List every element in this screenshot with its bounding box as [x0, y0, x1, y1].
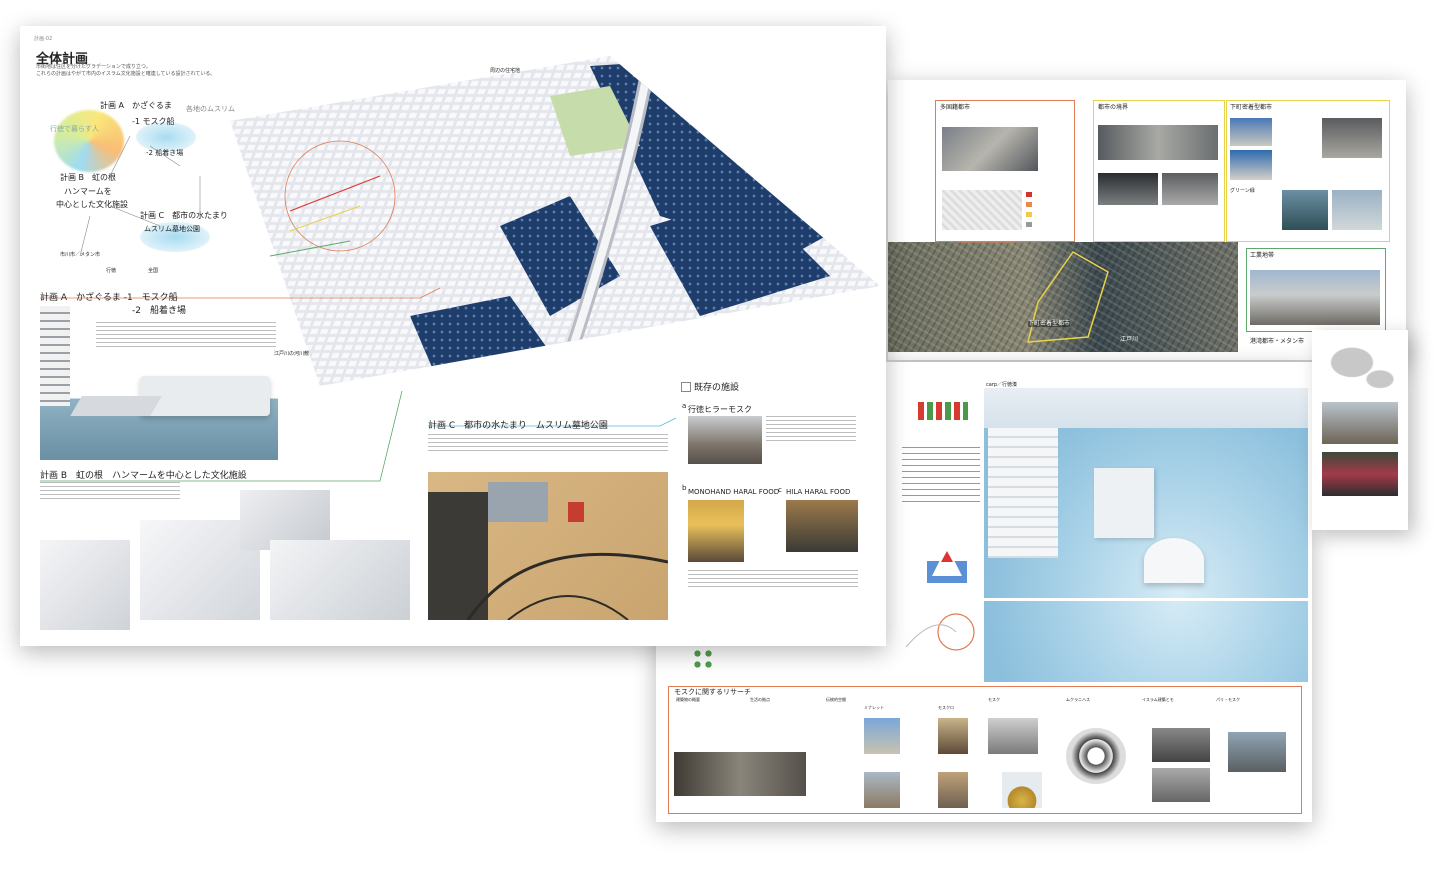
existing-a-photo [688, 416, 762, 464]
label-edogawa: 江戸川 [1120, 336, 1139, 343]
model-photo [984, 388, 1308, 682]
section-c-title: 計画 C 都市の水たまり ムスリム墓地公園 [428, 421, 608, 431]
label-boundary: 下町密着型都市 [1028, 320, 1071, 328]
section-c-render [428, 472, 668, 620]
research-title: モスクに関するリサーチ [674, 688, 751, 696]
legend-swatch-grey [1026, 222, 1032, 227]
legend-swatch-orange [1026, 202, 1032, 207]
existing-c-name: HILA HARAL FOOD [786, 488, 851, 496]
section-b-block-1 [40, 540, 130, 630]
section-title-tabuka: 多国籍都市 [940, 104, 971, 111]
section-a-render [40, 306, 278, 460]
section-title-toshi: 都市の境界 [1098, 104, 1129, 111]
section-b-render [40, 480, 416, 630]
existing-b-photo [688, 500, 744, 562]
existing-a-paragraph [766, 416, 856, 444]
existing-paragraph [688, 570, 858, 590]
boundary-photo-1 [1098, 125, 1218, 160]
shitamachi-photo-1 [1230, 118, 1272, 146]
existing-a-label: a [682, 402, 687, 410]
mini-map [942, 190, 1022, 230]
section-a-pier [70, 396, 162, 416]
research-photo-dome [1002, 772, 1042, 808]
research-photo-mosque-2 [938, 772, 968, 808]
icon-red-figures [918, 402, 968, 420]
triangle-icon [927, 546, 967, 583]
existing-c-label: c [778, 486, 782, 494]
research-col-8: イスラム建築とモ [1142, 697, 1174, 702]
research-photo-street [674, 752, 806, 796]
research-col-2: 生活の拠点 [750, 697, 770, 702]
shitamachi-photo-5 [1332, 190, 1382, 230]
street-photo-foreign [1322, 402, 1398, 444]
research-col-9: パリ・モスク [1216, 697, 1240, 702]
legend-swatch-yellow [1026, 212, 1032, 217]
existing-title: 既存の施設 [694, 383, 740, 393]
section-b-block-4 [270, 540, 410, 620]
research-photo-minaret-1 [864, 718, 900, 754]
shitamachi-photo-2 [1322, 118, 1382, 158]
existing-b-label: b [682, 484, 687, 492]
research-photo-plan [1066, 728, 1126, 784]
research-photo-mosque-1 [938, 718, 968, 754]
research-col-4: ミナレット [864, 705, 884, 710]
research-photo-courtyard [988, 718, 1038, 754]
existing-c-photo [786, 500, 858, 552]
shitamachi-photo-4 [1282, 190, 1328, 230]
people-photo [1322, 452, 1398, 496]
research-col-7: ムクラニハス [1066, 697, 1090, 702]
research-col-5: モスクロ [938, 705, 954, 710]
table-thumbnail [902, 442, 980, 504]
research-photo-minaret-2 [864, 772, 900, 808]
research-photo-ruins-1 [1152, 728, 1210, 762]
existing-a-name: 行徳ヒラーモスク [688, 405, 752, 414]
section-title-kogyo: 工業地帯 [1250, 252, 1275, 259]
legend-swatch-red [1026, 192, 1032, 197]
research-col-6: モスク [988, 697, 1000, 702]
section-title-shitamachi: 下町密着型都市 [1230, 104, 1273, 111]
boundary-outline [958, 242, 1109, 343]
research-photo-ruins-2 [1152, 768, 1210, 802]
model-tower [988, 418, 1058, 558]
network-diagram [905, 613, 975, 651]
icon-green-dots [692, 648, 714, 670]
asia-map [1320, 340, 1400, 396]
research-col-1: 建築物の概要 [676, 697, 700, 702]
shitamachi-photo-3 [1230, 150, 1272, 180]
section-c-paths [466, 552, 668, 620]
section-a-title: 計画 A かざぐるま -1 モスク船 [40, 293, 178, 303]
model-land [984, 388, 1308, 428]
section-a-building [40, 306, 70, 406]
model-mosque-dome [1144, 538, 1204, 583]
street-photo [942, 127, 1038, 171]
industrial-photo [1250, 270, 1380, 325]
model-block [1094, 468, 1154, 538]
label-green: グリーン緑 [1230, 188, 1255, 194]
existing-checkbox [681, 382, 691, 392]
sheet-front: 計画-02 全体計画 市街地は住区を分けたグラデーションで成り立つ。 これらの計… [20, 26, 886, 646]
sheet-back: 多国籍都市 都市の境界 下町密着型都市 グリーン緑 江戸川 下町密着型都市 工業… [888, 80, 1406, 360]
section-box-toshi [1093, 100, 1225, 242]
research-col-3: 伝統的空間 [826, 697, 846, 702]
research-photo-paris [1228, 732, 1286, 772]
sheet-back-lower [1312, 330, 1408, 530]
section-c-paragraph [428, 434, 668, 454]
existing-b-name: MONOHAND HARAL FOOD [688, 488, 780, 496]
section-title-koro: 港湾都市・メタン市 [1250, 338, 1305, 345]
model-pier [984, 598, 1308, 601]
boundary-photo-2 [1098, 173, 1158, 205]
boundary-photo-3 [1162, 173, 1218, 205]
